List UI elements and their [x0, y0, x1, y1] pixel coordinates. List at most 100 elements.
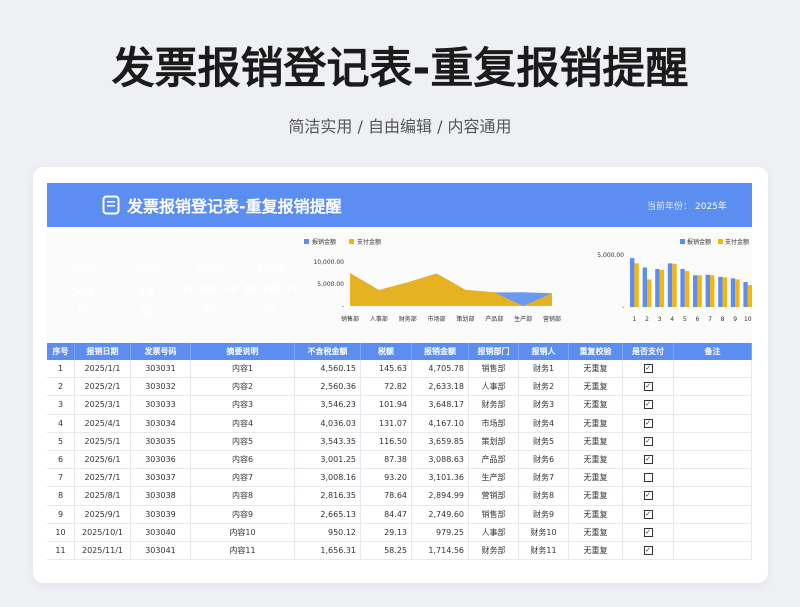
- table-cell[interactable]: [674, 450, 752, 469]
- table-cell[interactable]: 5: [47, 432, 75, 450]
- table-cell[interactable]: ✓: [623, 432, 674, 450]
- table-cell[interactable]: 财务4: [519, 414, 569, 432]
- paid-checkbox-checked[interactable]: ✓: [643, 509, 653, 519]
- table-cell[interactable]: 4,036.03: [295, 414, 361, 432]
- table-cell[interactable]: 财务6: [519, 450, 569, 469]
- table-cell[interactable]: 内容6: [191, 450, 295, 469]
- table-cell[interactable]: 3,001.25: [295, 450, 361, 469]
- table-cell[interactable]: 303038: [131, 487, 191, 505]
- paid-checkbox-checked[interactable]: ✓: [643, 454, 653, 464]
- table-cell[interactable]: [674, 432, 752, 450]
- table-cell[interactable]: 财务7: [519, 469, 569, 487]
- table-cell[interactable]: 内容1: [191, 360, 295, 378]
- table-cell[interactable]: 财务9: [519, 505, 569, 523]
- table-cell[interactable]: 2025/5/1: [75, 432, 131, 450]
- table-cell[interactable]: 无重复: [569, 360, 623, 378]
- table-cell[interactable]: 7: [47, 469, 75, 487]
- table-cell[interactable]: 财务部: [469, 541, 519, 560]
- table-cell[interactable]: 1: [47, 360, 75, 378]
- table-cell[interactable]: 无重复: [569, 487, 623, 505]
- table-cell[interactable]: 2,816.35: [295, 487, 361, 505]
- table-cell[interactable]: 303032: [131, 378, 191, 396]
- table-cell[interactable]: 无重复: [569, 432, 623, 450]
- table-cell[interactable]: 无重复: [569, 469, 623, 487]
- table-cell[interactable]: 4: [47, 414, 75, 432]
- table-cell[interactable]: [674, 469, 752, 487]
- column-header[interactable]: 报销部门: [469, 343, 519, 360]
- table-cell[interactable]: 财务10: [519, 523, 569, 541]
- table-cell[interactable]: 无重复: [569, 414, 623, 432]
- table-cell[interactable]: 4,167.10: [412, 414, 469, 432]
- table-cell[interactable]: [674, 523, 752, 541]
- table-cell[interactable]: 2025/4/1: [75, 414, 131, 432]
- paid-checkbox-checked[interactable]: ✓: [643, 400, 653, 410]
- table-cell[interactable]: 内容8: [191, 487, 295, 505]
- table-cell[interactable]: 303031: [131, 360, 191, 378]
- table-cell[interactable]: ✓: [623, 360, 674, 378]
- table-cell[interactable]: ✓: [623, 450, 674, 469]
- table-cell[interactable]: 3,659.85: [412, 432, 469, 450]
- table-cell[interactable]: 无重复: [569, 450, 623, 469]
- table-cell[interactable]: ✓: [623, 414, 674, 432]
- column-header[interactable]: 报销日期: [75, 343, 131, 360]
- table-cell[interactable]: 财务8: [519, 487, 569, 505]
- table-cell[interactable]: 4,705.78: [412, 360, 469, 378]
- table-cell[interactable]: ✓: [623, 523, 674, 541]
- table-cell[interactable]: 3: [47, 396, 75, 414]
- paid-checkbox-checked[interactable]: ✓: [643, 382, 653, 392]
- table-cell[interactable]: 3,648.17: [412, 396, 469, 414]
- table-cell[interactable]: 58.25: [361, 541, 412, 560]
- table-cell[interactable]: 财务部: [469, 396, 519, 414]
- table-cell[interactable]: 3,008.16: [295, 469, 361, 487]
- paid-checkbox-checked[interactable]: ✓: [643, 364, 653, 373]
- table-cell[interactable]: 销售部: [469, 505, 519, 523]
- table-cell[interactable]: [674, 414, 752, 432]
- table-cell[interactable]: 101.94: [361, 396, 412, 414]
- table-cell[interactable]: 2,560.36: [295, 378, 361, 396]
- table-cell[interactable]: [674, 541, 752, 560]
- table-cell[interactable]: 3,543.35: [295, 432, 361, 450]
- table-cell[interactable]: 2025/9/1: [75, 505, 131, 523]
- table-cell[interactable]: 29.13: [361, 523, 412, 541]
- column-header[interactable]: 序号: [47, 343, 75, 360]
- paid-checkbox-checked[interactable]: ✓: [643, 491, 653, 501]
- paid-checkbox-checked[interactable]: ✓: [643, 527, 653, 537]
- table-cell[interactable]: 4,560.15: [295, 360, 361, 378]
- table-cell[interactable]: 2,894.99: [412, 487, 469, 505]
- paid-checkbox-checked[interactable]: ✓: [643, 418, 653, 428]
- column-header[interactable]: 报销金额: [412, 343, 469, 360]
- table-cell[interactable]: 策划部: [469, 432, 519, 450]
- table-cell[interactable]: 72.82: [361, 378, 412, 396]
- table-cell[interactable]: 303037: [131, 469, 191, 487]
- table-cell[interactable]: 2025/11/1: [75, 541, 131, 560]
- table-cell[interactable]: 2: [47, 378, 75, 396]
- table-cell[interactable]: 303036: [131, 450, 191, 469]
- table-cell[interactable]: 6: [47, 450, 75, 469]
- table-cell[interactable]: 财务1: [519, 360, 569, 378]
- table-cell[interactable]: 无重复: [569, 378, 623, 396]
- table-cell[interactable]: 财务3: [519, 396, 569, 414]
- table-cell[interactable]: 87.38: [361, 450, 412, 469]
- table-cell[interactable]: [674, 360, 752, 378]
- table-cell[interactable]: 营销部: [469, 487, 519, 505]
- table-cell[interactable]: [674, 378, 752, 396]
- table-cell[interactable]: 内容4: [191, 414, 295, 432]
- table-cell[interactable]: 11: [47, 541, 75, 560]
- column-header[interactable]: 税额: [361, 343, 412, 360]
- table-cell[interactable]: 2,633.18: [412, 378, 469, 396]
- table-cell[interactable]: [674, 487, 752, 505]
- paid-checkbox-empty[interactable]: [643, 473, 653, 483]
- table-cell[interactable]: ✓: [623, 541, 674, 560]
- table-cell[interactable]: 116.50: [361, 432, 412, 450]
- table-cell[interactable]: 产品部: [469, 450, 519, 469]
- table-cell[interactable]: 145.63: [361, 360, 412, 378]
- table-cell[interactable]: 303034: [131, 414, 191, 432]
- column-header[interactable]: 发票号码: [131, 343, 191, 360]
- table-cell[interactable]: 2025/6/1: [75, 450, 131, 469]
- table-cell[interactable]: 84.47: [361, 505, 412, 523]
- paid-checkbox-checked[interactable]: ✓: [643, 545, 653, 555]
- table-cell[interactable]: 生产部: [469, 469, 519, 487]
- table-cell[interactable]: 2025/2/1: [75, 378, 131, 396]
- table-cell[interactable]: 内容5: [191, 432, 295, 450]
- table-cell[interactable]: 131.07: [361, 414, 412, 432]
